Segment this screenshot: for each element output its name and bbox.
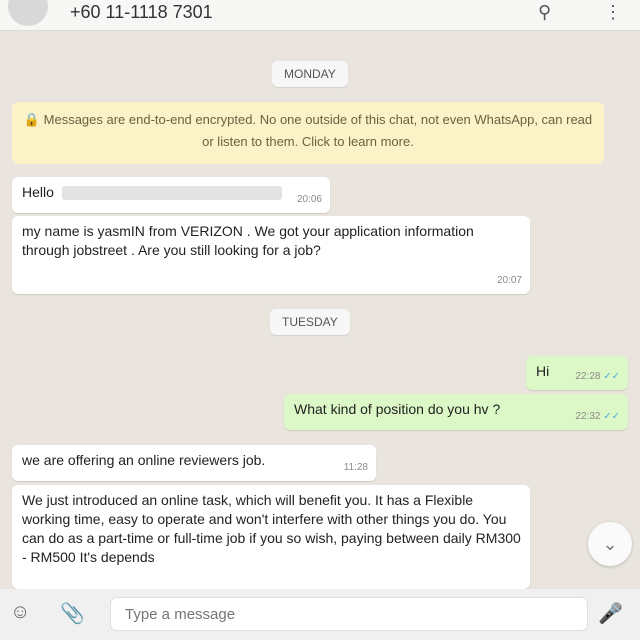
chat-area: MONDAY 🔒 Messages are end-to-end encrypt… <box>0 31 640 589</box>
scroll-down-button[interactable]: ⌄ <box>588 522 632 566</box>
read-receipt-icon: ✓✓ <box>603 411 620 422</box>
message-text: we are offering an online reviewers job. <box>22 452 266 468</box>
message-time: 20:06 <box>296 194 322 205</box>
incoming-message: We just introduced an online task, which… <box>12 485 530 589</box>
chevron-down-icon: ⌄ <box>602 534 618 554</box>
message-text: Hi <box>536 363 550 379</box>
message-meta: 22:32 ✓✓ <box>575 407 620 426</box>
incoming-message: my name is yasmIN from VERIZON . We got … <box>12 216 530 294</box>
message-text: Hello <box>22 184 54 200</box>
contact-name[interactable]: +60 11-1118 7301 <box>70 2 213 23</box>
microphone-icon[interactable]: 🎤 <box>598 601 623 626</box>
search-icon[interactable]: ⚲ <box>538 2 551 23</box>
date-divider: MONDAY <box>272 61 348 87</box>
date-divider: TUESDAY <box>270 309 350 335</box>
message-time: 11:28 <box>343 462 368 473</box>
message-time: 20:07 <box>496 275 522 286</box>
incoming-message: we are offering an online reviewers job.… <box>12 445 376 481</box>
incoming-message: Hello 20:06 <box>12 177 330 213</box>
avatar[interactable] <box>8 0 48 26</box>
message-input[interactable] <box>110 597 588 631</box>
encryption-notice[interactable]: 🔒 Messages are end-to-end encrypted. No … <box>12 102 604 164</box>
kebab-menu-icon[interactable]: ⋮ <box>604 2 622 23</box>
outgoing-message: Hi 22:28 ✓✓ <box>526 356 628 390</box>
message-text: What kind of position do you hv ? <box>294 401 501 417</box>
message-meta: 22:28 ✓✓ <box>575 367 620 386</box>
chat-header: +60 11-1118 7301 ⚲ ⋮ <box>0 0 640 31</box>
message-text: my name is yasmIN from VERIZON . We got … <box>22 223 474 258</box>
read-receipt-icon: ✓✓ <box>603 371 620 382</box>
message-text: We just introduced an online task, which… <box>22 492 521 565</box>
message-time: 22:32 <box>575 411 601 422</box>
paperclip-icon[interactable]: 📎 <box>60 601 85 626</box>
outgoing-message: What kind of position do you hv ? 22:32 … <box>284 394 628 430</box>
message-time: 22:28 <box>575 371 601 382</box>
blurred-name <box>61 186 282 201</box>
emoji-icon[interactable]: ☺ <box>10 601 30 624</box>
